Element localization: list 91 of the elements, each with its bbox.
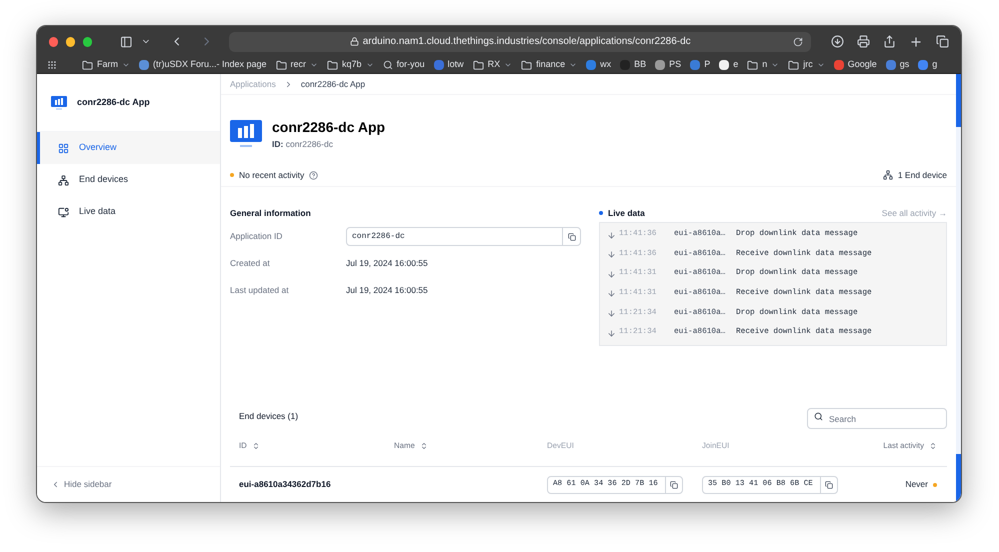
chevron-down-icon (816, 61, 825, 69)
folder-icon (521, 60, 532, 70)
search-icon (382, 60, 393, 70)
arrow-down-icon (607, 289, 616, 298)
new-tab-icon[interactable] (909, 34, 924, 48)
copy-icon (825, 480, 833, 489)
bookmark[interactable]: kq7b (327, 58, 374, 72)
search-icon (814, 412, 823, 421)
chevron-left-icon (51, 480, 60, 489)
folder-icon (747, 60, 758, 70)
bookmark[interactable]: e (719, 58, 738, 72)
bookmark[interactable]: BB (620, 58, 646, 72)
table-title: End devices (1) (239, 410, 298, 423)
section-title: Live data (608, 206, 645, 220)
bookmark[interactable]: P (690, 58, 710, 72)
arrow-down-icon (607, 250, 616, 260)
sort-icon[interactable] (929, 442, 937, 450)
app-id: ID: conr2286-dc (272, 138, 334, 151)
app-name: conr2286-dc App (77, 96, 150, 109)
page-title: conr2286-dc App (272, 118, 386, 137)
bookmark[interactable]: PS (655, 58, 682, 72)
application-id-field[interactable]: conr2286-dc (346, 227, 581, 246)
chevron-down-icon (310, 61, 318, 69)
arrow-down-icon (607, 308, 616, 318)
download-icon[interactable] (831, 35, 844, 48)
bookmark[interactable]: recr (276, 58, 318, 72)
bookmark[interactable]: (tr)uSDX Foru...- Index page (139, 58, 267, 72)
bookmark[interactable]: g (918, 58, 938, 72)
folder-icon (82, 60, 93, 70)
sidebar-item[interactable]: Live data (37, 196, 220, 228)
folder-icon (788, 60, 800, 70)
arrow-down-icon (607, 270, 616, 279)
help-icon[interactable] (309, 170, 318, 180)
info-label: Last updated at (230, 284, 290, 298)
app-icon (51, 94, 67, 110)
sidebar-item[interactable]: Overview (37, 132, 220, 164)
folder-icon (327, 60, 338, 70)
share-icon[interactable] (883, 35, 896, 48)
device-id[interactable]: eui-a8610a34362d7b16 (239, 478, 394, 492)
sidebar-toggle-icon[interactable] (120, 34, 133, 48)
nodes-icon (58, 174, 69, 186)
screen-icon (58, 206, 69, 218)
chevron-down-icon (504, 61, 512, 69)
sidebar-item[interactable]: End devices (37, 164, 220, 196)
sort-icon[interactable] (252, 442, 260, 450)
grid-icon[interactable] (47, 60, 57, 70)
folder-icon (472, 60, 484, 70)
reload-icon[interactable] (793, 36, 804, 46)
breadcrumb-current: conr2286-dc App (300, 78, 366, 90)
bookmark[interactable]: Farm (82, 58, 130, 72)
activity-status: No recent activity (239, 168, 304, 182)
bookmark[interactable]: n (747, 58, 780, 72)
address-bar[interactable]: arduino.nam1.cloud.thethings.industries/console/applications/conr2286-dc (229, 32, 812, 52)
close-window-button[interactable] (49, 36, 58, 46)
chevron-down-icon (771, 61, 780, 69)
search-field[interactable]: Search (807, 408, 947, 430)
bookmark[interactable]: finance (521, 58, 578, 72)
arrow-down-icon (607, 328, 616, 338)
print-icon[interactable] (857, 35, 870, 48)
info-label: Application ID (230, 230, 284, 244)
chevron-down-icon (366, 61, 374, 69)
end-device-count[interactable]: 1 End device (898, 168, 947, 182)
last-activity: Never (905, 478, 928, 492)
copy-icon (670, 480, 678, 489)
bookmark[interactable]: wx (586, 58, 612, 72)
folder-icon (276, 60, 287, 70)
lock-icon (350, 37, 359, 46)
chevron-down-icon (122, 61, 130, 69)
info-label: Created at (230, 257, 271, 270)
section-title: General information (230, 206, 312, 220)
bookmark[interactable]: Google (834, 58, 877, 72)
zoom-window-button[interactable] (82, 36, 92, 46)
hide-sidebar-button[interactable]: Hide sidebar (51, 478, 112, 491)
nodes-icon (882, 170, 893, 180)
chevron-down-icon (569, 61, 578, 69)
tabs-overview-icon[interactable] (936, 35, 950, 48)
app-icon (230, 118, 262, 150)
info-value: Jul 19, 2024 16:00:55 (346, 257, 428, 270)
minimize-window-button[interactable] (66, 36, 75, 46)
info-value: Jul 19, 2024 16:00:55 (346, 284, 428, 298)
grid-icon (58, 142, 69, 154)
scrollbar[interactable] (956, 74, 961, 502)
bookmark[interactable]: gs (886, 58, 910, 72)
bookmark[interactable]: for-you (382, 58, 425, 72)
bookmark[interactable]: RX (472, 58, 512, 72)
bookmark[interactable]: lotw (434, 58, 464, 72)
arrow-down-icon (607, 230, 616, 240)
url-text: arduino.nam1.cloud.thethings.industries/console/applications/conr2286-dc (362, 35, 691, 49)
copy-icon (568, 232, 576, 241)
sort-icon[interactable] (420, 442, 428, 450)
bookmark[interactable]: jrc (788, 58, 825, 72)
